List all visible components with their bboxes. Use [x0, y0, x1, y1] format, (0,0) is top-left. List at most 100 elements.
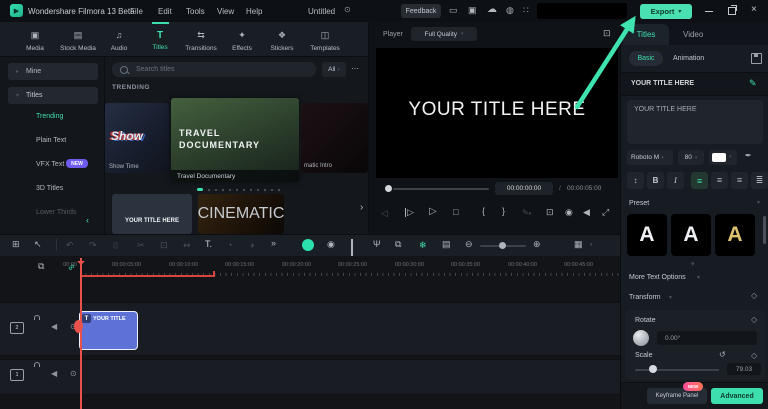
track-2-mute-icon[interactable]: ◀	[51, 322, 57, 331]
zoom-in-icon[interactable]: ⊕	[533, 240, 541, 249]
split-scissors-icon[interactable]: ✂	[137, 240, 145, 251]
carousel-dot[interactable]	[250, 189, 252, 191]
close-button[interactable]: ×	[751, 4, 757, 15]
carousel-item-travel-documentary[interactable]: TRAVEL DOCUMENTARY Travel Documentary	[171, 98, 299, 182]
delete-icon[interactable]: ⌷	[113, 240, 118, 251]
track-options-icon[interactable]: ▦	[574, 240, 583, 249]
zoom-out-icon[interactable]: ⊖	[465, 240, 473, 249]
carousel-dot[interactable]	[222, 189, 224, 191]
redo-icon[interactable]: ↷	[89, 240, 97, 251]
carousel-item-cinematic-intro[interactable]: matic Intro	[301, 103, 368, 173]
color-icon[interactable]: ◑	[249, 240, 254, 250]
rotate-dial[interactable]	[633, 330, 649, 346]
minimize-button[interactable]	[704, 6, 714, 16]
bold-button[interactable]: B	[647, 172, 664, 189]
rotate-input[interactable]: 0.00°	[657, 331, 757, 345]
account-icon[interactable]: ◍	[506, 6, 514, 15]
carousel-dot[interactable]	[215, 189, 217, 191]
save-preset-icon[interactable]	[751, 53, 762, 64]
carousel-dot[interactable]	[243, 189, 245, 191]
preset-chevron-icon[interactable]: ▾	[757, 199, 760, 206]
sidebar-item-plain-text[interactable]: Plain Text	[36, 137, 66, 144]
pip-icon[interactable]: ⊡	[603, 29, 611, 38]
ripple-edit-icon[interactable]: ↭	[183, 240, 191, 251]
carousel-dot[interactable]	[236, 189, 238, 191]
mirror-display-button[interactable]: ⊡	[546, 208, 554, 217]
italic-button[interactable]: I	[667, 172, 684, 189]
select-tool-icon[interactable]: ↖	[34, 240, 42, 249]
tab-video-inspector[interactable]: Video	[683, 30, 703, 39]
carousel-dot[interactable]	[257, 189, 259, 191]
sidebar-item-3d-titles[interactable]: 3D Titles	[36, 185, 63, 192]
scale-reset-icon[interactable]: ↺	[719, 351, 726, 359]
voice-to-text-icon[interactable]	[302, 239, 314, 251]
snapshot-button[interactable]: ◉	[565, 208, 573, 217]
tab-titles[interactable]: T Titles	[141, 25, 179, 51]
carousel-dots[interactable]	[197, 188, 280, 191]
feedback-button[interactable]: Feedback	[401, 4, 441, 18]
title-thumb-cinematic[interactable]: CINEMATIC	[198, 194, 284, 234]
carousel-dot-active[interactable]	[197, 188, 203, 191]
menu-help[interactable]: Help	[246, 7, 262, 16]
apps-grid-icon[interactable]: ∷	[523, 6, 529, 15]
align-justify-button[interactable]: ≣	[751, 172, 768, 189]
export-button[interactable]: Export ▾	[640, 4, 692, 19]
align-left-button[interactable]: ≡	[691, 172, 708, 189]
crop-icon[interactable]: ⊡	[160, 240, 168, 251]
carousel-dot[interactable]	[208, 189, 210, 191]
rename-title-icon[interactable]: ✎	[749, 78, 757, 89]
fullscreen-button[interactable]: ⤢	[602, 208, 609, 217]
track-options-chevron-icon[interactable]: ▾	[590, 242, 593, 248]
more-text-options-chevron-icon[interactable]: ▾	[697, 274, 700, 281]
seek-handle[interactable]	[385, 185, 392, 192]
restore-button[interactable]	[727, 6, 737, 16]
sidebar-item-lower-thirds[interactable]: Lower Thirds	[36, 209, 76, 216]
more-text-options[interactable]: More Text Options	[629, 274, 686, 281]
microphone-icon[interactable]: Ψ	[373, 240, 381, 249]
speed-icon[interactable]: ◔	[227, 240, 232, 250]
carousel-dot[interactable]	[229, 189, 231, 191]
carousel-dot[interactable]	[264, 189, 266, 191]
save-icon[interactable]: ▣	[468, 6, 477, 15]
subtab-animation[interactable]: Animation	[673, 55, 704, 62]
menu-view[interactable]: View	[217, 7, 234, 16]
rotate-keyframe-icon[interactable]: ◇	[751, 315, 757, 324]
tab-effects[interactable]: ✦ Effects	[222, 25, 262, 52]
align-right-button[interactable]: ≡	[731, 172, 748, 189]
tab-stickers[interactable]: ❖ Stickers	[262, 25, 302, 52]
font-family-dropdown[interactable]: Roboto M ▾	[627, 150, 673, 165]
tab-audio[interactable]: ♫ Audio	[100, 25, 138, 52]
advanced-button[interactable]: Advanced	[711, 388, 763, 404]
stop-button[interactable]: □	[453, 208, 458, 217]
scale-keyframe-icon[interactable]: ◇	[751, 351, 757, 360]
menu-edit[interactable]: Edit	[158, 7, 172, 16]
filter-dropdown[interactable]: All ▾	[322, 62, 346, 77]
preset-tile-1[interactable]: A	[627, 214, 667, 256]
font-color-dropdown[interactable]: ▾	[709, 150, 737, 165]
tab-media[interactable]: ▣ Media	[15, 25, 55, 52]
more-options-icon[interactable]: ⋯	[351, 65, 360, 73]
sidebar-item-vfx-text[interactable]: VFX Text	[36, 161, 64, 168]
scale-value-box[interactable]: 79.03	[727, 363, 761, 375]
snapshot-layers-icon[interactable]: ⧉	[395, 240, 401, 249]
playhead-line[interactable]	[80, 258, 82, 409]
collapse-sidebar-button[interactable]: ‹	[86, 215, 89, 225]
scale-slider-handle[interactable]	[649, 365, 657, 373]
title-clip[interactable]: T YOUR TITLE	[79, 311, 138, 350]
seek-track[interactable]	[393, 188, 489, 190]
menu-tools[interactable]: Tools	[186, 7, 205, 16]
font-size-dropdown[interactable]: 80 ▾	[678, 150, 704, 165]
title-text-input[interactable]: YOUR TITLE HERE	[627, 100, 763, 144]
timeline-zoom-handle[interactable]	[499, 242, 506, 249]
volume-button[interactable]: ◀	[583, 208, 590, 217]
preset-tile-2[interactable]: A	[671, 214, 711, 256]
track-1-visibility-icon[interactable]: ⊙	[70, 369, 77, 378]
color-picker-icon[interactable]: ✒	[745, 152, 752, 160]
ai-snowflake-icon[interactable]: ❄	[419, 240, 427, 251]
more-tools-icon[interactable]: »	[271, 239, 276, 248]
current-time-box[interactable]: 00:00:00:00	[495, 182, 553, 195]
preset-scrollbar[interactable]	[763, 216, 766, 244]
render-preview-icon[interactable]: ▤	[442, 240, 451, 249]
preset-tile-3[interactable]: A	[715, 214, 755, 256]
tab-stock-media[interactable]: ▤ Stock Media	[55, 25, 101, 52]
